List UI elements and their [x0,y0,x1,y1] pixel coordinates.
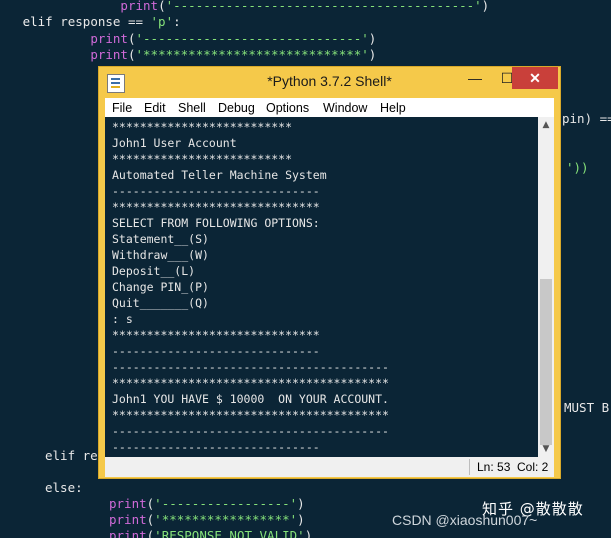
title-bar[interactable]: *Python 3.7.2 Shell* — ☐ ✕ [99,67,560,98]
shell-line: Quit_______(Q) [112,296,209,310]
shell-line: ------------------------------ [112,344,320,358]
shell-input-line: : s [112,312,133,326]
editor-fragment-pin: pin) == [562,111,611,126]
editor-line-print-c: print('RESPONSE NOT VALID') [109,528,313,538]
shell-output[interactable]: ************************** John1 User Ac… [105,117,538,457]
shell-line: ------------------------------ [112,440,320,454]
menu-window[interactable]: Window [323,100,367,116]
editor-line-3: print('-----------------------------') [90,31,377,46]
editor-elif-line: elif re [45,448,98,463]
editor-line-2: elif response == 'p': [22,14,181,29]
shell-line: ---------------------------------------- [112,424,389,438]
editor-line-print-b: print('*****************') [109,512,305,527]
shell-line: Automated Teller Machine System [112,168,327,182]
menu-bar: File Edit Shell Debug Options Window Hel… [105,98,554,117]
editor-else-line: else: [45,480,83,495]
status-line-number: Ln: 53 [477,460,511,474]
shell-balance-line: John1 YOU HAVE $ 10000 ON YOUR ACCOUNT. [112,392,389,406]
shell-line: Statement__(S) [112,232,209,246]
menu-file[interactable]: File [112,100,132,116]
shell-line: ---------------------------------------- [112,360,389,374]
shell-line: **************************************** [112,408,389,422]
minimize-button[interactable]: — [459,67,491,89]
status-column-number: Col: 2 [517,460,549,474]
menu-shell[interactable]: Shell [178,100,206,116]
shell-line: Withdraw___(W) [112,248,209,262]
shell-line: Deposit__(L) [112,264,196,278]
shell-line: ************************** [112,152,293,166]
status-bar: Ln: 53 Col: 2 [105,457,554,477]
shell-line: ****************************** [112,328,320,342]
shell-line: John1 User Account [112,136,237,150]
shell-line: ****************************** [112,200,320,214]
editor-fragment-paren: ')) [566,160,589,175]
menu-edit[interactable]: Edit [144,100,166,116]
scroll-down-icon[interactable]: ▼ [538,441,554,457]
scrollbar-thumb[interactable] [540,279,552,445]
editor-line-1: print('---------------------------------… [120,0,490,13]
shell-line: Change PIN_(P) [112,280,209,294]
shell-line: **************************************** [112,376,389,390]
shell-line: ************************** [112,120,293,134]
csdn-watermark: CSDN @xiaoshun007~ [392,512,538,528]
editor-fragment-must: MUST B [564,400,610,415]
scroll-up-icon[interactable]: ▲ [538,117,554,133]
menu-options[interactable]: Options [266,100,309,116]
shell-line: ------------------------------ [112,184,320,198]
editor-line-print-a: print('-----------------') [109,496,305,511]
menu-debug[interactable]: Debug [218,100,255,116]
menu-help[interactable]: Help [380,100,406,116]
editor-line-4: print('*****************************') [90,47,377,62]
vertical-scrollbar[interactable]: ▲ ▼ [538,117,554,457]
python-shell-window[interactable]: *Python 3.7.2 Shell* — ☐ ✕ File Edit She… [99,67,560,478]
status-separator [469,459,470,475]
shell-line: SELECT FROM FOLLOWING OPTIONS: [112,216,320,230]
close-button[interactable]: ✕ [512,67,558,89]
